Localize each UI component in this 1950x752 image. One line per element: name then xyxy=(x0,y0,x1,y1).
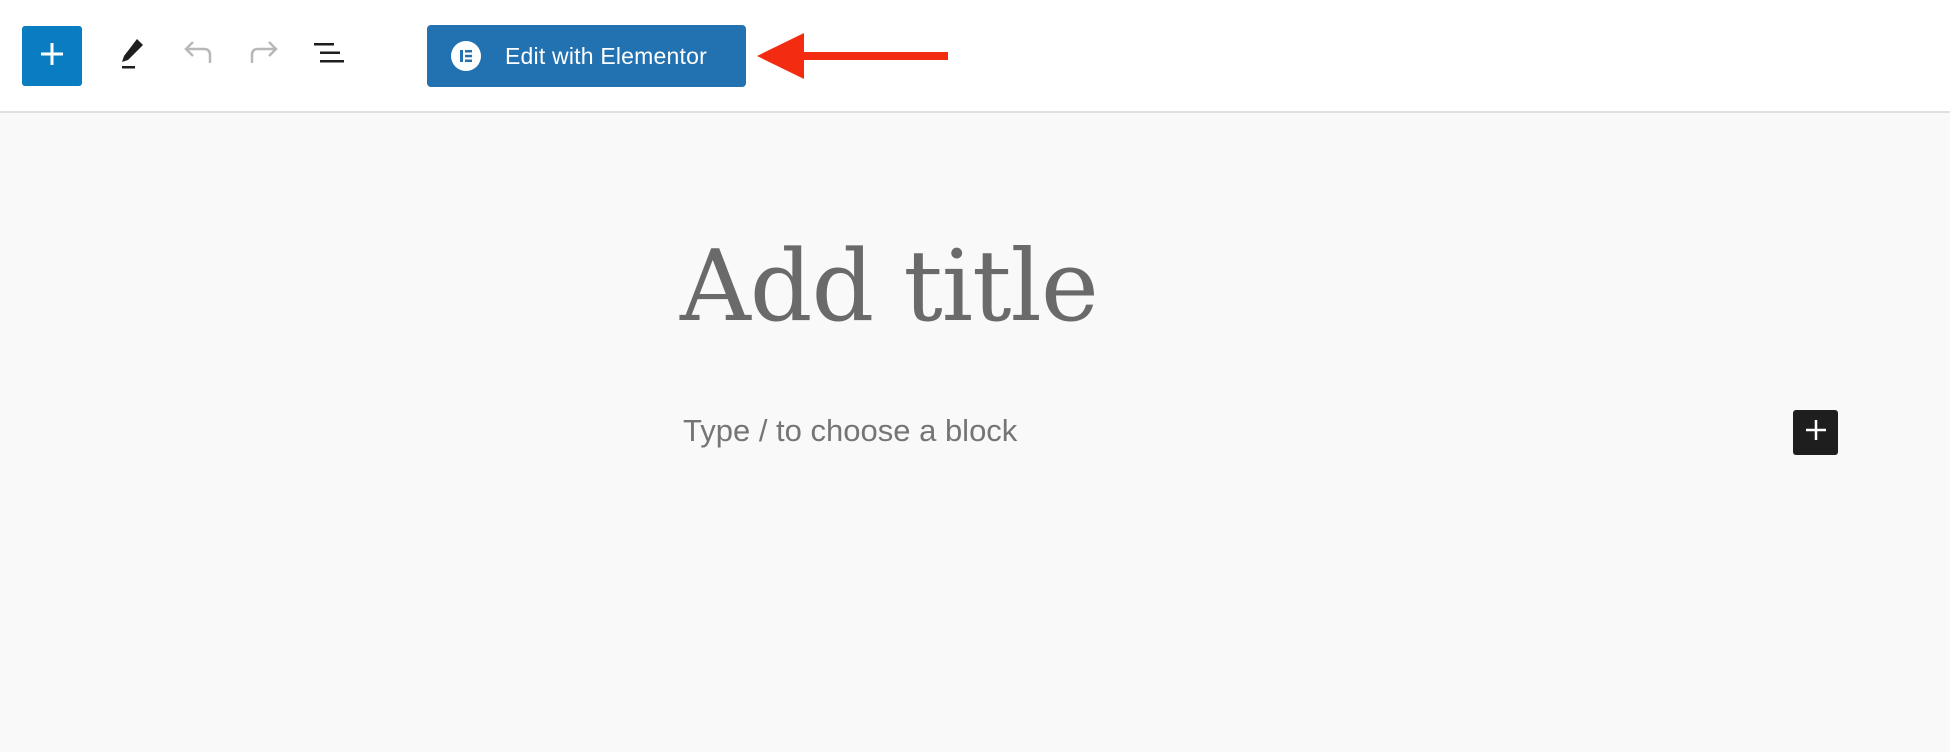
edit-with-elementor-button[interactable]: Edit with Elementor xyxy=(427,25,746,87)
block-inserter-button[interactable] xyxy=(1793,410,1838,455)
plus-icon xyxy=(1804,418,1828,447)
list-view-icon xyxy=(312,38,348,73)
undo-button[interactable] xyxy=(174,30,222,80)
plus-icon xyxy=(37,39,67,74)
post-title-input[interactable]: Add title xyxy=(680,222,1580,352)
block-inserter-toggle-button[interactable] xyxy=(22,26,82,86)
arrow-left-icon xyxy=(755,26,950,86)
undo-icon xyxy=(180,38,216,73)
tools-button[interactable] xyxy=(108,30,156,80)
redo-button[interactable] xyxy=(240,30,288,80)
redo-icon xyxy=(246,38,282,73)
edit-with-elementor-label: Edit with Elementor xyxy=(505,42,707,69)
pencil-icon xyxy=(115,33,149,78)
document-overview-button[interactable] xyxy=(306,30,354,80)
default-block-appender[interactable]: Type / to choose a block xyxy=(683,413,1017,449)
elementor-logo-icon xyxy=(451,41,481,71)
editor-toolbar: Edit with Elementor xyxy=(0,0,1950,113)
